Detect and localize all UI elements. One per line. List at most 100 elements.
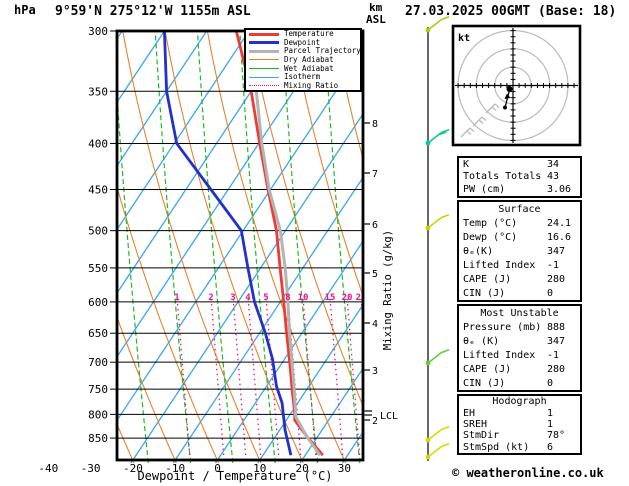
hodograph-table: Hodograph EH 1 SREH 1 StmDir 78° StmSpd (kt) 6 bbox=[457, 394, 582, 455]
dry-adiabat-line bbox=[291, 31, 363, 298]
mixing-ratio-value-label: 8 bbox=[285, 293, 290, 303]
table-row: Pressure (mb) 888 bbox=[459, 322, 580, 333]
table-row-label: Totals Totals bbox=[463, 171, 542, 183]
mixing-ratio-value-label: 2 bbox=[208, 293, 213, 303]
x-axis-title: Dewpoint / Temperature (°C) bbox=[137, 469, 333, 483]
table-row-value: 78° bbox=[547, 430, 566, 442]
table-row-label: Pressure (mb) bbox=[463, 321, 542, 333]
legend-swatch-wet-adiabat bbox=[249, 68, 279, 70]
table-row: PW (cm) 3.06 bbox=[459, 184, 580, 195]
table-row: CAPE (J) 280 bbox=[459, 364, 580, 375]
table-row: Dewp (°C) 16.6 bbox=[459, 232, 580, 243]
pressure-tick-label: 850 bbox=[88, 432, 108, 445]
dry-adiabat-line bbox=[333, 31, 363, 161]
table-row-label: CIN (J) bbox=[463, 287, 506, 299]
wind-barb bbox=[425, 128, 450, 146]
chart-legend: Temperature Dewpoint Parcel Trajectory Dry … bbox=[244, 28, 362, 92]
table-row-value: 1 bbox=[547, 407, 554, 419]
table-row-label: θₑ (K) bbox=[463, 335, 500, 347]
isotherm-line bbox=[117, 31, 292, 295]
pressure-tick-label: 450 bbox=[88, 183, 108, 196]
pressure-tick-label: 800 bbox=[88, 408, 108, 421]
indices-table: K 34 Totals Totals 43 PW (cm) 3.06 bbox=[457, 156, 582, 198]
wet-adiabat-line bbox=[281, 31, 319, 464]
table-row-label: K bbox=[463, 158, 470, 170]
hodograph-unit-label: kt bbox=[458, 33, 470, 44]
isotherm-line bbox=[117, 31, 250, 231]
isotherm-line bbox=[172, 176, 363, 464]
table-row: StmSpd (kt) 6 bbox=[459, 442, 580, 453]
legend-swatch-dewpoint bbox=[249, 41, 279, 45]
legend-item: Isotherm bbox=[246, 73, 360, 81]
table-row: CIN (J) 0 bbox=[459, 378, 580, 389]
table-row-label: Dewp (°C) bbox=[463, 231, 518, 243]
table-row-label: Temp (°C) bbox=[463, 217, 518, 229]
table-row-value: 347 bbox=[547, 335, 566, 347]
pressure-tick-label: 500 bbox=[88, 225, 108, 238]
table-row: Totals Totals 43 bbox=[459, 171, 580, 182]
table-row: StmDir 78° bbox=[459, 430, 580, 441]
isotherm-line bbox=[0, 31, 80, 463]
km-tick-label: 3 bbox=[372, 366, 378, 377]
lcl-label: LCL bbox=[380, 411, 398, 422]
mixing-ratio-value-label: 1 bbox=[174, 293, 179, 303]
pressure-tick-label: 600 bbox=[88, 296, 108, 309]
legend-swatch-parcel-trajectory bbox=[249, 49, 279, 53]
pressure-tick-label: 650 bbox=[88, 327, 108, 340]
table-row-label: CAPE (J) bbox=[463, 363, 512, 375]
km-tick-label: 7 bbox=[372, 169, 378, 180]
legend-swatch-isotherm bbox=[249, 76, 279, 78]
wind-barb bbox=[425, 425, 450, 443]
table-row-value: 280 bbox=[547, 273, 566, 285]
pressure-tick-label: 350 bbox=[88, 85, 108, 98]
table-row: K 34 bbox=[459, 159, 580, 170]
km-tick-label: 4 bbox=[372, 319, 378, 330]
dry-adiabat-line bbox=[0, 31, 92, 463]
mixing-ratio-axis-title: Mixing Ratio (g/kg) bbox=[382, 230, 394, 350]
mixing-ratio-value-label: 3 bbox=[230, 293, 235, 303]
mixing-ratio-value-label: 25 bbox=[356, 293, 367, 303]
table-row-label: StmSpd (kt) bbox=[463, 441, 530, 453]
isotherm-line bbox=[130, 112, 363, 464]
km-tick-label: 8 bbox=[372, 119, 378, 130]
km-tick-label: 2 bbox=[372, 416, 378, 427]
dry-adiabat-line bbox=[122, 31, 262, 464]
dry-adiabat-line bbox=[117, 422, 135, 464]
table-row-value: 43 bbox=[547, 171, 560, 183]
wind-barb bbox=[425, 442, 450, 460]
mixing-ratio-value-label: 4 bbox=[245, 293, 251, 303]
km-tick-label: 6 bbox=[372, 220, 378, 231]
dry-adiabat-line bbox=[0, 31, 49, 463]
wet-adiabat-line bbox=[196, 31, 234, 464]
isotherm-line bbox=[117, 49, 363, 422]
table-row-value: 1 bbox=[547, 418, 554, 430]
table-row-label: PW (cm) bbox=[463, 184, 506, 196]
mixing-ratio-value-label: 15 bbox=[325, 293, 336, 303]
dewpoint-curve bbox=[163, 31, 293, 456]
table-row: CAPE (J) 280 bbox=[459, 274, 580, 285]
mixing-ratio-value-label: 20 bbox=[342, 293, 353, 303]
table-row-value: -1 bbox=[547, 259, 560, 271]
asl-axis-label: ASL bbox=[366, 13, 386, 26]
page-title: 9°59'N 275°12'W 1155m ASL bbox=[55, 4, 251, 19]
table-row-value: -1 bbox=[547, 349, 560, 361]
most-unstable-table: Most Unstable Pressure (mb) 888 θₑ (K) 347 Li… bbox=[457, 304, 582, 392]
wet-adiabat-line bbox=[323, 31, 361, 464]
legend-swatch-mixing-ratio bbox=[249, 85, 279, 87]
table-row: Temp (°C) 24.1 bbox=[459, 218, 580, 229]
temperature-tick-label: -40 bbox=[38, 462, 58, 475]
table-row-label: EH bbox=[463, 407, 476, 419]
legend-item: Dry Adiabat bbox=[246, 55, 360, 64]
table-header: Surface bbox=[498, 203, 541, 215]
km-tick-label: 5 bbox=[372, 269, 378, 280]
table-row-value: 0 bbox=[547, 287, 554, 299]
table-row: θₑ (K) 347 bbox=[459, 336, 580, 347]
pressure-tick-label: 550 bbox=[88, 262, 108, 275]
table-row-label: StmDir bbox=[463, 430, 500, 442]
table-row-value: 34 bbox=[547, 158, 560, 170]
table-row-label: SREH bbox=[463, 418, 488, 430]
table-row-value: 6 bbox=[547, 441, 554, 453]
wind-barb bbox=[425, 15, 450, 33]
wind-barb bbox=[425, 348, 450, 366]
isotherm-line bbox=[117, 31, 165, 104]
